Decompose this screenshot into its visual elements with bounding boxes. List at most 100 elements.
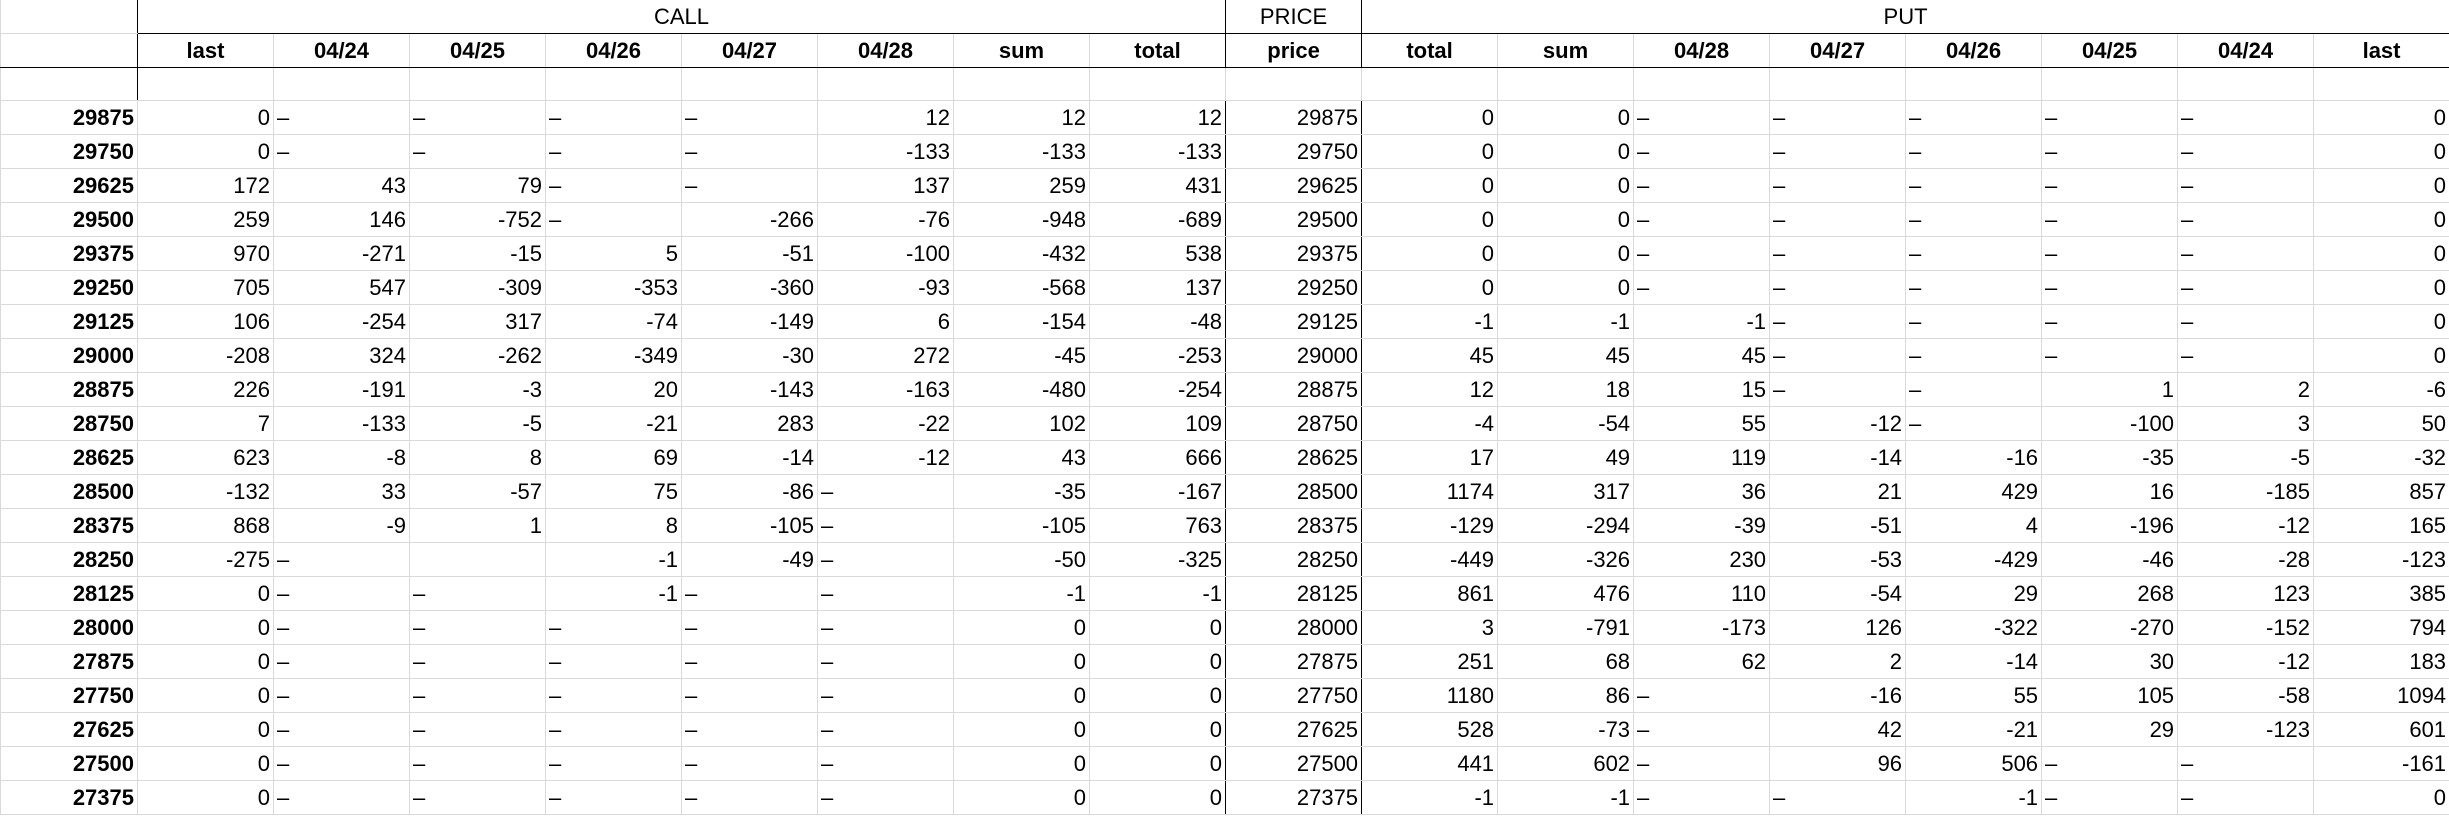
empty-cell[interactable] [953, 67, 1090, 101]
data-cell[interactable]: -123 [2177, 712, 2315, 747]
data-cell[interactable]: -46 [2041, 542, 2179, 577]
data-cell[interactable]: -32 [2313, 440, 2449, 475]
row-header-price[interactable]: 29750 [0, 134, 138, 169]
data-cell[interactable]: 28750 [1225, 406, 1363, 441]
data-cell[interactable]: 21 [1769, 474, 1907, 509]
data-cell[interactable]: 602 [1497, 746, 1635, 781]
empty-cell[interactable] [137, 67, 274, 101]
data-cell[interactable]: 0 [1088, 746, 1227, 781]
row-header-price[interactable]: 28000 [0, 610, 138, 645]
data-cell[interactable]: – [1633, 168, 1771, 203]
data-cell[interactable]: 0 [1361, 168, 1499, 203]
data-cell[interactable]: 0 [1088, 610, 1227, 645]
data-cell[interactable]: 0 [1497, 270, 1635, 305]
data-cell[interactable]: -14 [1905, 644, 2043, 679]
data-cell[interactable]: 0 [1088, 712, 1227, 747]
data-cell[interactable]: 0 [2313, 304, 2449, 339]
data-cell[interactable]: 476 [1497, 576, 1635, 611]
data-cell[interactable]: 268 [2041, 576, 2179, 611]
data-cell[interactable]: – [545, 134, 682, 169]
empty-cell[interactable] [817, 67, 954, 101]
data-cell[interactable]: – [1769, 780, 1907, 815]
data-cell[interactable]: – [273, 134, 410, 169]
data-cell[interactable]: – [2041, 304, 2179, 339]
data-cell[interactable]: – [273, 542, 410, 577]
data-cell[interactable]: – [273, 610, 410, 645]
column-header[interactable]: total [1361, 33, 1499, 68]
data-cell[interactable]: – [409, 576, 546, 611]
data-cell[interactable]: 106 [137, 304, 274, 339]
data-cell[interactable]: – [545, 712, 682, 747]
data-cell[interactable]: -51 [681, 236, 818, 271]
data-cell[interactable]: 27375 [1225, 780, 1363, 815]
data-cell[interactable]: – [817, 644, 954, 679]
data-cell[interactable]: -167 [1088, 474, 1227, 509]
put-group-header[interactable]: PUT [1361, 0, 2449, 34]
data-cell[interactable]: 28875 [1225, 372, 1363, 407]
data-cell[interactable]: 2 [2177, 372, 2315, 407]
row-header-price[interactable]: 28125 [0, 576, 138, 611]
data-cell[interactable]: – [1769, 372, 1907, 407]
data-cell[interactable]: 0 [953, 610, 1090, 645]
data-cell[interactable]: 385 [2313, 576, 2449, 611]
data-cell[interactable]: -86 [681, 474, 818, 509]
data-cell[interactable]: 0 [1361, 270, 1499, 305]
data-cell[interactable]: – [1905, 338, 2043, 373]
row-header-price[interactable]: 28875 [0, 372, 138, 407]
data-cell[interactable]: 8 [545, 508, 682, 543]
data-cell[interactable]: 123 [2177, 576, 2315, 611]
data-cell[interactable]: 0 [1088, 780, 1227, 815]
data-cell[interactable]: 29625 [1225, 168, 1363, 203]
data-cell[interactable]: -105 [681, 508, 818, 543]
data-cell[interactable]: 29500 [1225, 202, 1363, 237]
data-cell[interactable]: – [817, 746, 954, 781]
data-cell[interactable]: -325 [1088, 542, 1227, 577]
data-cell[interactable]: 102 [953, 406, 1090, 441]
data-cell[interactable]: -93 [817, 270, 954, 305]
data-cell[interactable]: -9 [273, 508, 410, 543]
data-cell[interactable]: 794 [2313, 610, 2449, 645]
data-cell[interactable]: – [2177, 202, 2315, 237]
data-cell[interactable]: 27625 [1225, 712, 1363, 747]
data-cell[interactable]: 763 [1088, 508, 1227, 543]
data-cell[interactable]: -100 [2041, 406, 2179, 441]
data-cell[interactable]: -57 [409, 474, 546, 509]
empty-cell[interactable] [1905, 67, 2043, 101]
column-header[interactable]: sum [953, 33, 1090, 68]
data-cell[interactable]: – [681, 644, 818, 679]
data-cell[interactable]: -152 [2177, 610, 2315, 645]
data-cell[interactable]: 601 [2313, 712, 2449, 747]
data-cell[interactable]: 705 [137, 270, 274, 305]
data-cell[interactable]: 45 [1361, 338, 1499, 373]
data-cell[interactable]: 1094 [2313, 678, 2449, 713]
data-cell[interactable]: – [2041, 338, 2179, 373]
data-cell[interactable]: -4 [1361, 406, 1499, 441]
data-cell[interactable]: 0 [137, 644, 274, 679]
data-cell[interactable]: – [2041, 746, 2179, 781]
data-cell[interactable]: 96 [1769, 746, 1907, 781]
data-cell[interactable]: 230 [1633, 542, 1771, 577]
data-cell[interactable]: 0 [1361, 134, 1499, 169]
data-cell[interactable]: -6 [2313, 372, 2449, 407]
data-cell[interactable]: 55 [1633, 406, 1771, 441]
data-cell[interactable]: – [1905, 134, 2043, 169]
data-cell[interactable]: 20 [545, 372, 682, 407]
data-cell[interactable]: -16 [1905, 440, 2043, 475]
data-cell[interactable]: -309 [409, 270, 546, 305]
data-cell[interactable]: -73 [1497, 712, 1635, 747]
data-cell[interactable]: -791 [1497, 610, 1635, 645]
data-cell[interactable]: 7 [137, 406, 274, 441]
row-header-price[interactable]: 28375 [0, 508, 138, 543]
row-header-price[interactable]: 28250 [0, 542, 138, 577]
data-cell[interactable]: – [409, 678, 546, 713]
data-cell[interactable]: 0 [137, 678, 274, 713]
data-cell[interactable]: 0 [2313, 100, 2449, 135]
empty-cell[interactable] [545, 67, 682, 101]
data-cell[interactable]: -1 [953, 576, 1090, 611]
data-cell[interactable]: 0 [2313, 780, 2449, 815]
data-cell[interactable]: – [2177, 236, 2315, 271]
data-cell[interactable]: 29000 [1225, 338, 1363, 373]
row-header-price[interactable]: 27500 [0, 746, 138, 781]
data-cell[interactable]: – [1905, 100, 2043, 135]
data-cell[interactable]: 12 [1361, 372, 1499, 407]
